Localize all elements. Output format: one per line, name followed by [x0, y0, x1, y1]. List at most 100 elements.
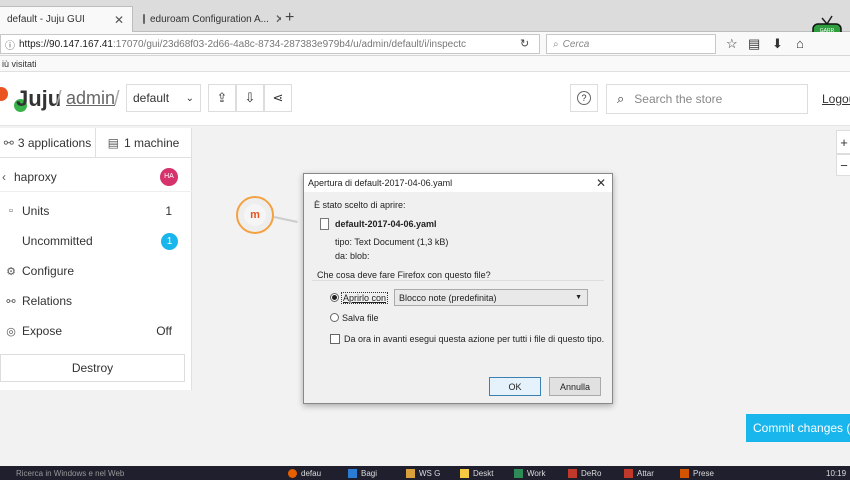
cancel-button[interactable]: Annulla [549, 377, 601, 396]
pdf-icon [624, 469, 633, 478]
bookmarks-bar: iù visitati [0, 56, 850, 72]
folder-icon [460, 469, 469, 478]
store-search-placeholder: Search the store [634, 92, 723, 106]
breadcrumb-separator: / [114, 88, 120, 110]
taskbar-item[interactable]: WS G [406, 467, 440, 480]
close-icon[interactable]: ✕ [108, 13, 124, 27]
taskbar-item[interactable]: Work [514, 467, 546, 480]
tab-machines[interactable]: ▤ 1 machine [96, 128, 192, 157]
reading-list-icon[interactable]: ▤ [748, 36, 760, 52]
inspector-sidebar: ⚯ 3 applications ▤ 1 machine ‹ haproxy H… [0, 128, 192, 390]
download-dialog: Apertura di default-2017-04-06.yaml ✕ È … [303, 173, 613, 404]
save-file-radio[interactable] [330, 313, 339, 322]
import-icon: ⇩ [244, 90, 256, 105]
home-icon[interactable]: ⌂ [796, 36, 804, 51]
tab-label: default - Juju GUI [7, 14, 85, 25]
model-name: default [133, 91, 170, 105]
breadcrumb-separator: / [56, 88, 62, 110]
zoom-out-button[interactable]: − [836, 154, 850, 176]
applications-icon: ⚯ [3, 135, 14, 150]
ubuntu-logo-icon [0, 87, 8, 101]
search-icon: ⌕ [553, 38, 559, 50]
tab-applications[interactable]: ⚯ 3 applications [0, 128, 96, 157]
open-with-select[interactable]: Blocco note (predefinita) ▼ [394, 289, 588, 306]
relations-icon: ⚯ [6, 295, 16, 308]
new-tab-icon[interactable]: + [285, 9, 294, 27]
sidebar-item-expose[interactable]: ◎ Expose Off [0, 316, 192, 346]
open-with-label[interactable]: Aprirlo con [340, 292, 389, 304]
windows-taskbar: Ricerca in Windows e nel Web defau Bagi … [0, 466, 850, 480]
help-button[interactable]: ? [570, 84, 598, 112]
chevron-down-icon: ⌄ [185, 92, 194, 104]
search-placeholder: Cerca [562, 38, 590, 50]
store-search-input[interactable]: ⌕ Search the store [606, 84, 808, 114]
save-file-label[interactable]: Salva file [342, 313, 379, 323]
tab-machines-label: 1 machine [123, 135, 180, 150]
expose-value: Off [156, 324, 172, 338]
chevron-left-icon[interactable]: ‹ [2, 170, 6, 184]
dialog-file-source: da: blob: [335, 251, 370, 261]
sidebar-item-relations[interactable]: ⚯ Relations [0, 286, 192, 316]
taskbar-item[interactable]: Bagi [348, 467, 377, 480]
breadcrumb-user[interactable]: admin [66, 88, 115, 109]
taskbar-item[interactable]: DeRo [568, 467, 601, 480]
globe-icon: ◎ [6, 325, 16, 338]
dialog-chosen-text: È stato scelto di aprire: [314, 200, 406, 210]
always-do-checkbox[interactable] [330, 334, 340, 344]
bookmark-star-icon[interactable]: ☆ [726, 36, 738, 52]
download-icon[interactable]: ⬇ [772, 36, 783, 52]
dialog-filename: default-2017-04-06.yaml [335, 219, 437, 229]
taskbar-item[interactable]: defau [288, 467, 321, 480]
expose-label: Expose [22, 324, 63, 338]
app-icon [406, 469, 415, 478]
tab-label: eduroam Configuration A... [150, 13, 269, 25]
tab-applications-label: 3 applications [17, 135, 92, 150]
uncommitted-label: Uncommitted [22, 234, 93, 248]
chevron-down-icon: ▼ [575, 294, 582, 301]
bookmark-most-visited[interactable]: iù visitati [2, 59, 37, 69]
machine-icon: ▤ [107, 135, 119, 150]
tab-eduroam[interactable]: eduroam Configuration A... ✕ [135, 6, 281, 32]
taskbar-search[interactable]: Ricerca in Windows e nel Web [16, 467, 124, 480]
juju-logo[interactable]: Juju [16, 86, 61, 112]
url-host: https://90.147.167.41 [19, 38, 113, 50]
app-node[interactable]: m [236, 196, 274, 234]
ok-button[interactable]: OK [489, 377, 541, 396]
destroy-button[interactable]: Destroy [0, 354, 185, 382]
open-with-app: Blocco note (predefinita) [399, 292, 497, 303]
open-with-radio[interactable] [330, 293, 339, 302]
url-path: :17070/gui/23d68f03-2d66-4a8c-8734-28738… [112, 38, 467, 50]
sidebar-item-uncommitted[interactable]: Uncommitted 1 [0, 226, 192, 256]
import-button[interactable]: ⇩ [236, 84, 264, 112]
browser-search-input[interactable]: ⌕ Cerca [546, 34, 716, 54]
zoom-in-button[interactable]: + [836, 130, 850, 154]
units-label: Units [22, 204, 50, 218]
always-do-label[interactable]: Da ora in avanti esegui questa azione pe… [344, 334, 604, 344]
tab-juju-gui[interactable]: default - Juju GUI ✕ [0, 6, 133, 32]
sidebar-item-configure[interactable]: ⚙ Configure [0, 256, 192, 286]
taskbar-item[interactable]: Attar [624, 467, 654, 480]
logout-link[interactable]: Logou [822, 92, 850, 106]
lock-icon: ⓘ [5, 40, 15, 52]
app-icon [514, 469, 523, 478]
sidebar-item-units[interactable]: ▫ Units 1 [0, 196, 192, 226]
browser-tab-bar: default - Juju GUI ✕ eduroam Configurati… [0, 0, 850, 32]
close-icon[interactable]: ✕ [596, 176, 606, 190]
browser-nav-bar: ⓘ https://90.147.167.41 :17070/gui/23d68… [0, 32, 850, 56]
reload-icon[interactable]: ↻ [520, 37, 529, 50]
model-selector[interactable]: default ⌄ [126, 84, 201, 112]
close-icon[interactable]: ✕ [269, 12, 281, 26]
file-icon [320, 218, 329, 230]
units-icon: ▫ [9, 205, 13, 217]
share-button[interactable]: ⋖ [264, 84, 292, 112]
taskbar-item[interactable]: Prese [680, 467, 714, 480]
units-value: 1 [165, 204, 172, 218]
taskbar-item[interactable]: Deskt [460, 467, 493, 480]
url-bar[interactable]: ⓘ https://90.147.167.41 :17070/gui/23d68… [0, 34, 540, 54]
dialog-file-type: tipo: Text Document (1,3 kB) [335, 237, 449, 247]
commit-changes-button[interactable]: Commit changes (4 [746, 414, 850, 442]
export-button[interactable]: ⇪ [208, 84, 236, 112]
taskbar-clock[interactable]: 10:19 [826, 467, 846, 480]
dialog-title: Apertura di default-2017-04-06.yaml [304, 174, 612, 192]
app-header[interactable]: ‹ haproxy HA [0, 162, 192, 192]
